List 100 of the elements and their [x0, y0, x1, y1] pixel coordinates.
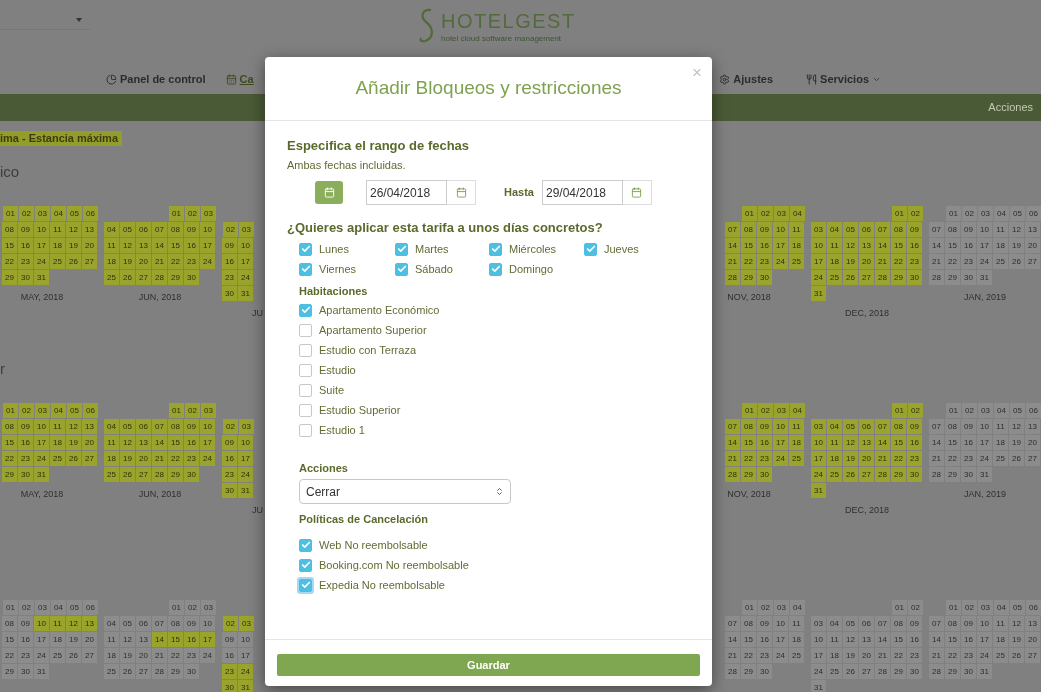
day-cell[interactable]: 12 [1009, 419, 1024, 434]
day-cell[interactable]: 23 [222, 270, 237, 285]
day-cell[interactable]: 23 [222, 467, 237, 482]
day-cell[interactable]: 04 [51, 600, 66, 615]
day-cell[interactable]: 16 [757, 435, 772, 450]
day-cell[interactable]: 01 [946, 206, 961, 221]
day-cell[interactable]: 02 [185, 206, 200, 221]
day-cell[interactable]: 19 [1009, 238, 1024, 253]
day-cell[interactable]: 30 [222, 680, 237, 692]
calendar-button[interactable] [315, 181, 343, 204]
day-cell[interactable]: 17 [811, 254, 826, 269]
day-cell[interactable]: 17 [34, 632, 49, 647]
day-cell[interactable]: 05 [120, 419, 135, 434]
day-cell[interactable]: 31 [811, 286, 826, 301]
day-cell[interactable]: 30 [757, 270, 772, 285]
day-cell[interactable]: 18 [993, 238, 1008, 253]
day-cell[interactable]: 20 [1025, 435, 1040, 450]
day-cell[interactable]: 25 [104, 467, 119, 482]
day-cell[interactable]: 25 [50, 254, 65, 269]
checkbox[interactable] [299, 323, 312, 337]
day-cell[interactable]: 04 [994, 206, 1009, 221]
day-cell[interactable]: 26 [120, 467, 135, 482]
day-cell[interactable]: 02 [185, 600, 200, 615]
day-cell[interactable]: 13 [1025, 616, 1040, 631]
day-cell[interactable]: 30 [961, 270, 976, 285]
day-cell[interactable]: 01 [3, 206, 18, 221]
day-cell[interactable]: 28 [875, 270, 890, 285]
day-cell[interactable]: 08 [168, 419, 183, 434]
day-cell[interactable]: 07 [152, 616, 167, 631]
day-cell[interactable]: 08 [2, 222, 17, 237]
day-cell[interactable]: 29 [891, 270, 906, 285]
checkbox[interactable] [489, 262, 502, 276]
date-field[interactable]: 26/04/2018 [366, 180, 447, 205]
day-cell[interactable]: 28 [929, 467, 944, 482]
day-cell[interactable]: 24 [238, 270, 253, 285]
day-cell[interactable]: 18 [827, 648, 842, 663]
day-cell[interactable]: 27 [1025, 648, 1040, 663]
day-cell[interactable]: 30 [907, 270, 922, 285]
day-cell[interactable]: 15 [891, 238, 906, 253]
day-cell[interactable]: 20 [859, 648, 874, 663]
day-cell[interactable]: 09 [757, 222, 772, 237]
day-cell[interactable]: 18 [104, 648, 119, 663]
day-cell[interactable]: 13 [1025, 222, 1040, 237]
day-cell[interactable]: 18 [827, 254, 842, 269]
day-cell[interactable]: 05 [67, 206, 82, 221]
day-cell[interactable]: 30 [18, 270, 33, 285]
day-cell[interactable]: 09 [961, 222, 976, 237]
day-cell[interactable]: 06 [83, 206, 98, 221]
day-cell[interactable]: 07 [725, 222, 740, 237]
day-cell[interactable]: 01 [169, 403, 184, 418]
day-cell[interactable]: 29 [2, 664, 17, 679]
day-cell[interactable]: 18 [789, 435, 804, 450]
day-cell[interactable]: 04 [104, 222, 119, 237]
day-cell[interactable]: 02 [908, 403, 923, 418]
day-cell[interactable]: 22 [741, 451, 756, 466]
day-cell[interactable]: 29 [945, 664, 960, 679]
day-cell[interactable]: 02 [962, 600, 977, 615]
day-cell[interactable]: 05 [120, 222, 135, 237]
day-cell[interactable]: 17 [811, 648, 826, 663]
day-cell[interactable]: 31 [238, 680, 253, 692]
day-cell[interactable]: 17 [238, 648, 253, 663]
day-cell[interactable]: 31 [811, 483, 826, 498]
day-cell[interactable]: 06 [136, 616, 151, 631]
day-cell[interactable]: 14 [725, 632, 740, 647]
day-cell[interactable]: 10 [977, 222, 992, 237]
checkbox[interactable] [299, 383, 312, 397]
day-cell[interactable]: 06 [83, 403, 98, 418]
day-cell[interactable]: 01 [3, 600, 18, 615]
day-cell[interactable]: 28 [875, 664, 890, 679]
day-cell[interactable]: 01 [3, 403, 18, 418]
nav-link[interactable]: Servicios [806, 70, 881, 88]
day-cell[interactable]: 27 [82, 451, 97, 466]
day-cell[interactable]: 13 [82, 616, 97, 631]
day-cell[interactable]: 25 [789, 254, 804, 269]
day-cell[interactable]: 12 [120, 238, 135, 253]
day-cell[interactable]: 24 [238, 467, 253, 482]
day-cell[interactable]: 08 [741, 616, 756, 631]
day-cell[interactable]: 10 [238, 435, 253, 450]
day-cell[interactable]: 07 [929, 616, 944, 631]
day-cell[interactable]: 02 [962, 206, 977, 221]
day-cell[interactable]: 02 [185, 403, 200, 418]
day-cell[interactable]: 03 [201, 206, 216, 221]
day-cell[interactable]: 31 [34, 664, 49, 679]
day-cell[interactable]: 12 [120, 435, 135, 450]
day-cell[interactable]: 30 [961, 664, 976, 679]
day-cell[interactable]: 04 [994, 403, 1009, 418]
day-cell[interactable]: 25 [50, 648, 65, 663]
day-cell[interactable]: 14 [875, 632, 890, 647]
day-cell[interactable]: 03 [774, 600, 789, 615]
day-cell[interactable]: 02 [19, 206, 34, 221]
day-cell[interactable]: 29 [741, 270, 756, 285]
day-cell[interactable]: 17 [977, 632, 992, 647]
day-cell[interactable]: 31 [34, 270, 49, 285]
day-cell[interactable]: 07 [875, 222, 890, 237]
day-cell[interactable]: 18 [50, 238, 65, 253]
day-cell[interactable]: 23 [18, 254, 33, 269]
day-cell[interactable]: 17 [773, 435, 788, 450]
day-cell[interactable]: 12 [843, 435, 858, 450]
actions-link[interactable]: Acciones [988, 99, 1033, 116]
day-cell[interactable]: 15 [945, 632, 960, 647]
